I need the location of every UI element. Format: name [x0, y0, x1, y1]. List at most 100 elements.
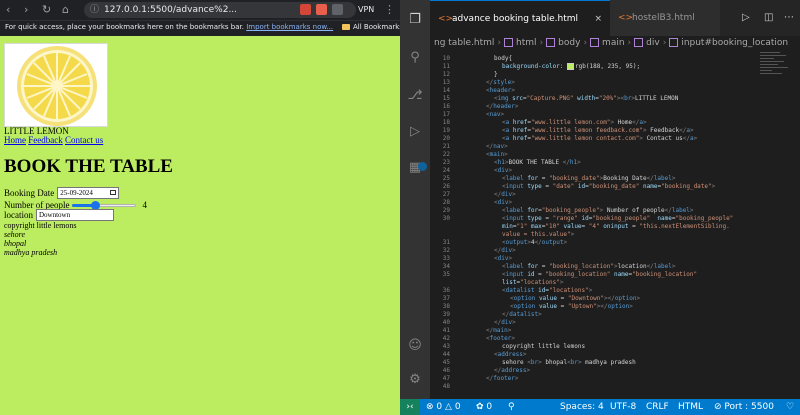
notifications-icon[interactable]: ♡ — [786, 399, 794, 415]
explorer-icon[interactable]: ❐ — [407, 12, 423, 28]
line-number: 46 — [442, 367, 450, 374]
line-number: 16 — [442, 103, 450, 110]
code-area[interactable]: body{ background-color: rgb(188, 235, 95… — [430, 50, 800, 399]
element-icon — [669, 38, 679, 47]
line-number: 34 — [442, 263, 450, 270]
run-debug-icon[interactable]: ▷ — [407, 124, 423, 140]
extensions-menu-icon[interactable] — [332, 4, 343, 15]
code-line: list="locations"> — [502, 279, 564, 286]
breadcrumb-item[interactable]: body — [546, 38, 580, 48]
close-tab-icon[interactable]: × — [594, 1, 602, 37]
line-number: 10 — [442, 55, 450, 62]
element-icon — [504, 38, 514, 47]
nav-link-contact[interactable]: Contact us — [65, 135, 103, 145]
status-bar: ›‹ ⊗ 0 △ 0 ✿ 0 ⚲ Spaces: 4 UTF-8 CRLF HT… — [400, 399, 800, 415]
code-line: <input id = "booking_location" name="boo… — [502, 271, 698, 278]
element-icon — [546, 38, 556, 47]
code-line: <div> — [494, 167, 513, 174]
code-line: <datalist id="locations"> — [502, 287, 593, 294]
code-line: </header> — [486, 103, 519, 110]
account-icon[interactable]: ☺ — [407, 338, 423, 354]
eol-indicator[interactable]: CRLF — [646, 399, 669, 415]
remote-icon[interactable]: ›‹ — [400, 399, 420, 415]
split-editor-icon[interactable]: ◫ — [764, 12, 773, 24]
problems-indicator[interactable]: ⊗ 0 △ 0 — [426, 399, 461, 415]
line-number: 24 — [442, 167, 450, 174]
page-nav: Home Feedback Contact us — [4, 135, 103, 145]
tab-hostelb3[interactable]: <> hostelB3.html — [610, 0, 720, 36]
breadcrumb-item[interactable]: input#booking_location — [669, 38, 788, 48]
code-line: </main> — [486, 327, 512, 334]
line-number: 43 — [442, 343, 450, 350]
all-bookmarks-label: All Bookmarks — [353, 23, 400, 31]
extension-badge-icon[interactable] — [316, 4, 327, 15]
live-server-port[interactable]: ⊘ Port : 5500 — [714, 399, 774, 415]
address-line: bhopal — [4, 239, 27, 248]
live-share-icon[interactable]: ⚲ — [508, 399, 515, 415]
calendar-icon[interactable] — [110, 190, 117, 195]
breadcrumb-item[interactable]: html — [504, 38, 537, 48]
line-number: 44 — [442, 351, 450, 358]
extension-icon[interactable] — [300, 4, 311, 15]
settings-gear-icon[interactable]: ⚙ — [407, 372, 423, 388]
nav-link-home[interactable]: Home — [4, 135, 26, 145]
minimap[interactable] — [760, 50, 792, 90]
run-icon[interactable]: ▷ — [742, 12, 750, 24]
location-label: location — [4, 210, 33, 220]
code-line: </style> — [486, 79, 515, 86]
chevron-right-icon: › — [662, 38, 667, 48]
booking-date-input[interactable]: 25-09-2024 — [57, 187, 120, 199]
html-file-icon: <> — [438, 14, 454, 24]
bookmarks-hint: For quick access, place your bookmarks h… — [5, 23, 333, 31]
language-mode[interactable]: HTML — [678, 399, 703, 415]
line-number: 40 — [442, 319, 450, 326]
location-row: location Downtown — [4, 209, 114, 221]
breadcrumb-item[interactable]: ng table.html — [434, 38, 494, 48]
indentation-indicator[interactable]: Spaces: 4 — [560, 399, 604, 415]
html-file-icon: <> — [618, 13, 634, 23]
site-info-icon[interactable]: ⓘ — [90, 2, 99, 18]
broadcast-icon: ⊘ — [714, 402, 722, 412]
more-actions-icon[interactable]: ⋯ — [784, 12, 794, 24]
line-number: 21 — [442, 143, 450, 150]
import-bookmarks-link[interactable]: Import bookmarks now... — [246, 23, 333, 31]
breadcrumb-item[interactable]: div — [634, 38, 660, 48]
menu-icon[interactable]: ⋮ — [384, 3, 395, 17]
line-number: 37 — [442, 295, 450, 302]
line-number: 15 — [442, 95, 450, 102]
element-icon — [634, 38, 644, 47]
element-icon — [590, 38, 600, 47]
line-number: 41 — [442, 327, 450, 334]
source-control-icon[interactable]: ⎇ — [407, 88, 423, 104]
home-icon[interactable]: ⌂ — [62, 3, 69, 17]
nav-link-feedback[interactable]: Feedback — [28, 135, 62, 145]
code-line: <option value = "Uptown"></option> — [510, 303, 633, 310]
code-line: sehore <br> bhopal<br> madhya pradesh — [502, 359, 636, 366]
color-swatch[interactable] — [567, 63, 575, 70]
chevron-right-icon: › — [497, 38, 502, 48]
vpn-button[interactable]: VPN — [358, 3, 374, 17]
ports-indicator[interactable]: ✿ 0 — [476, 399, 492, 415]
all-bookmarks-button[interactable]: All Bookmarks — [342, 23, 400, 31]
extensions-badge — [418, 162, 427, 171]
encoding-indicator[interactable]: UTF-8 — [610, 399, 636, 415]
location-input[interactable]: Downtown — [36, 209, 114, 221]
search-icon[interactable]: ⚲ — [407, 50, 423, 66]
line-number: 35 — [442, 271, 450, 278]
bookmarks-hint-text: For quick access, place your bookmarks h… — [5, 23, 244, 31]
tab-advance-booking-table[interactable]: <> advance booking table.html × — [430, 0, 610, 36]
line-number: 26 — [442, 183, 450, 190]
breadcrumb-item[interactable]: main — [590, 38, 625, 48]
line-number: 39 — [442, 311, 450, 318]
forward-icon[interactable]: › — [24, 3, 28, 17]
reload-icon[interactable]: ↻ — [42, 3, 51, 17]
line-number: 17 — [442, 111, 450, 118]
breadcrumb-text: main — [602, 38, 625, 48]
code-line: <label for = "booking_date">Booking Date… — [502, 175, 676, 182]
folder-icon — [342, 24, 350, 30]
line-number: 25 — [442, 175, 450, 182]
line-number: 20 — [442, 135, 450, 142]
back-icon[interactable]: ‹ — [6, 3, 10, 17]
booking-date-row: Booking Date 25-09-2024 — [4, 187, 120, 199]
code-line: <div> — [494, 199, 513, 206]
